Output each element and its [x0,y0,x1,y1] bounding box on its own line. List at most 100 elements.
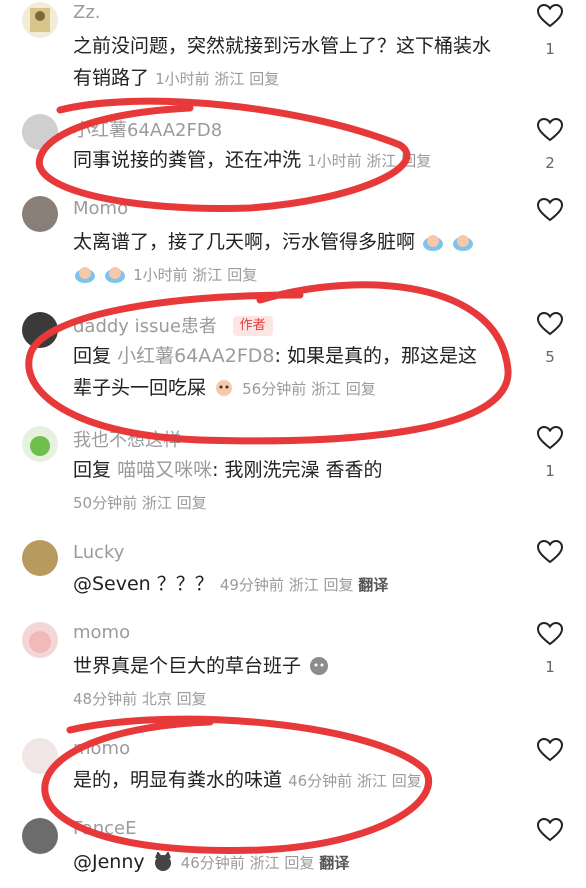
comment-text: 太离谱了，接了几天啊，污水管得多脏啊 1小时前 浙江 回复 [73,226,513,291]
crying-emoji-icon [452,230,474,251]
like-button[interactable] [536,738,564,762]
reply-button[interactable]: 回复 [177,494,207,512]
like-button[interactable]: 1 [536,622,564,676]
avatar[interactable] [22,114,58,150]
avatar[interactable] [22,312,58,348]
avatar[interactable] [22,622,58,658]
like-count: 1 [545,40,555,58]
reply-button[interactable]: 回复 [249,70,279,88]
comment-body: @Seven ？？？ [73,573,214,595]
crying-emoji-icon [213,376,235,396]
comment-location: 浙江 [288,576,319,594]
comment-text: @Seven ？？？ 49分钟前 浙江 回复 翻译 [73,568,493,601]
comment-body: 世界真是个巨大的草台班子 [73,655,302,677]
comment-body: : 我刚洗完澡 香香的 [212,459,383,481]
avatar[interactable] [22,426,58,462]
comment-time: 1小时前 [307,152,362,170]
username[interactable]: daddy issue患者 作者 [73,312,273,338]
reply-prefix: 回复 [73,345,112,367]
like-button[interactable] [536,540,564,564]
like-button[interactable]: 1 [536,4,564,58]
comment-time: 56分钟前 [242,380,307,398]
comment-location: 浙江 [249,854,280,872]
comment-text: 回复 小红薯64AA2FD8: 如果是真的，那这是这辈子头一回吃屎 56分钟前 … [73,340,493,405]
avatar[interactable] [22,2,58,38]
like-count: 1 [545,462,555,480]
heart-outline-icon [537,426,563,450]
heart-outline-icon [537,540,563,564]
like-count: 5 [545,348,555,366]
avatar[interactable] [22,738,58,774]
heart-outline-icon [537,198,563,222]
reply-button[interactable]: 回复 [346,380,376,398]
comment-location: 浙江 [192,266,223,284]
reply-button[interactable]: 回复 [323,576,353,594]
comment-text: 同事说接的粪管，还在冲洗 1小时前 浙江 回复 [73,144,493,177]
cat-emoji-icon [152,850,174,871]
reply-prefix: 回复 [73,459,112,481]
like-button[interactable]: 2 [536,118,564,172]
comment-meta: 1小时前 浙江 回复 [133,266,257,284]
comment-body: 是的，明显有粪水的味道 [73,769,283,791]
like-button[interactable] [536,198,564,222]
comment-time: 49分钟前 [219,576,284,594]
reply-button[interactable]: 回复 [284,854,314,872]
comment-text: 世界真是个巨大的草台班子 48分钟前 北京 回复 [73,650,493,715]
avatar[interactable] [22,540,58,576]
comment-location: 浙江 [366,152,397,170]
comment-time: 46分钟前 [288,772,353,790]
comment-time: 1小时前 [133,266,188,284]
reply-button[interactable]: 回复 [401,152,431,170]
like-button[interactable]: 1 [536,426,564,480]
comment-time: 50分钟前 [73,494,138,512]
username[interactable]: Lucky [73,542,124,563]
comment-meta: 1小时前 浙江 回复 [307,152,431,170]
comment-time: 46分钟前 [180,854,245,872]
reply-to-user[interactable]: 喵喵又咪咪 [117,459,212,481]
comment-text: 回复 喵喵又咪咪: 我刚洗完澡 香香的 50分钟前 浙江 回复 [73,454,493,519]
comment-meta: 56分钟前 浙江 回复 [242,380,376,398]
translate-button[interactable]: 翻译 [319,854,349,872]
crying-emoji-icon [422,230,444,251]
comment-meta: 46分钟前 浙江 回复 翻译 [181,854,349,872]
username[interactable]: momo [73,622,130,643]
comment-meta: 46分钟前 浙江 回复 [288,772,422,790]
comment-meta: 1小时前 浙江 回复 [155,70,279,88]
like-button[interactable] [536,818,564,842]
reply-button[interactable]: 回复 [227,266,257,284]
heart-outline-icon [537,4,563,28]
comment-location: 浙江 [214,70,245,88]
comment-location: 浙江 [356,772,387,790]
heart-outline-icon [537,622,563,646]
comment-text: 是的，明显有粪水的味道 46分钟前 浙江 回复 [73,764,493,797]
like-count: 2 [545,154,555,172]
reply-to-user[interactable]: 小红薯64AA2FD8 [117,345,274,367]
username[interactable]: momo [73,738,130,759]
heart-outline-icon [537,818,563,842]
face-emoji-icon [308,654,330,675]
reply-button[interactable]: 回复 [177,690,207,708]
comment-body: 同事说接的粪管，还在冲洗 [73,149,302,171]
username[interactable]: Zz. [73,2,101,23]
username[interactable]: 我也不想这样 [73,426,181,452]
comment-meta: 50分钟前 浙江 回复 [73,494,207,512]
username[interactable]: 小红薯64AA2FD8 [73,116,222,142]
translate-button[interactable]: 翻译 [358,576,388,594]
author-badge: 作者 [232,316,273,336]
avatar[interactable] [22,818,58,854]
comment-location: 浙江 [310,380,341,398]
comment-text: 之前没问题，突然就接到污水管上了？这下桶装水有销路了 1小时前 浙江 回复 [73,30,493,95]
reply-button[interactable]: 回复 [392,772,422,790]
avatar[interactable] [22,196,58,232]
comment-body: 之前没问题，突然就接到污水管上了？这下桶装水有销路了 [73,35,492,89]
username[interactable]: Momo [73,198,128,219]
comment-time: 1小时前 [155,70,210,88]
comment-text: @Jenny 46分钟前 浙江 回复 翻译 [73,846,493,879]
comment-meta: 48分钟前 北京 回复 [73,690,207,708]
like-button[interactable]: 5 [536,312,564,366]
username[interactable]: FanceE [73,818,136,839]
comment-location: 浙江 [141,494,172,512]
comment-time: 48分钟前 [73,690,138,708]
comment-body: 太离谱了，接了几天啊，污水管得多脏啊 [73,231,416,253]
heart-outline-icon [537,118,563,142]
